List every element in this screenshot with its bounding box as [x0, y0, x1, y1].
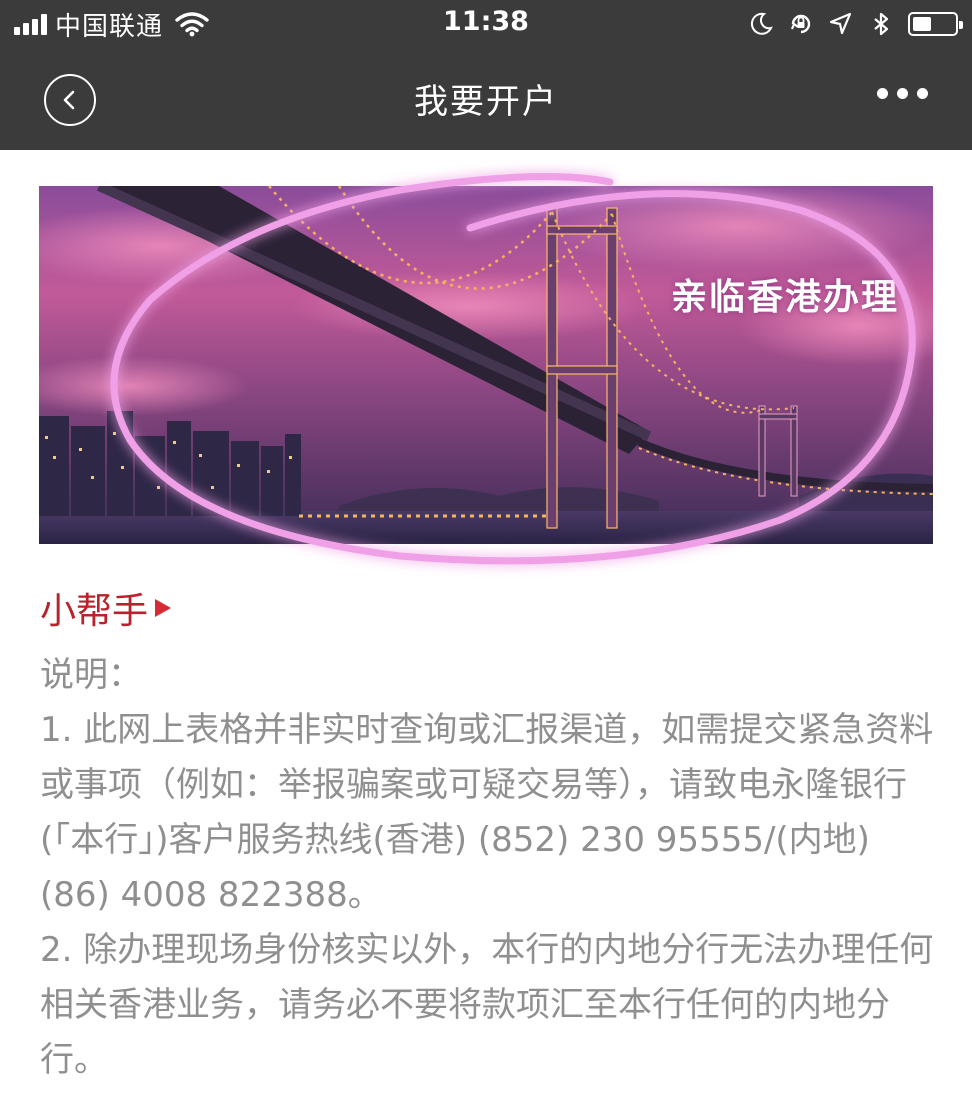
bridge-illustration — [39, 186, 933, 544]
banner-image: 亲临香港办理 — [39, 186, 933, 544]
notes-section: 说明： 1. 此网上表格并非实时查询或汇报渠道，如需提交紧急资料或事项（例如：举… — [40, 648, 940, 1088]
moon-icon — [750, 12, 773, 35]
battery-icon — [908, 12, 963, 36]
status-bar: 中国联通 11:38 — [0, 0, 972, 48]
note-item-2: 2. 除办理现场身份核实以外，本行的内地分行无法办理任何相关香港业务，请务必不要… — [40, 930, 934, 1080]
helper-link[interactable]: 小帮手 — [40, 582, 174, 634]
helper-label: 小帮手 — [40, 591, 149, 632]
notes-heading: 说明： — [40, 655, 142, 695]
battery-fill — [913, 17, 931, 31]
nav-bar: 我要开户 — [0, 48, 972, 150]
bluetooth-icon — [874, 12, 889, 36]
page-title: 我要开户 — [414, 82, 558, 122]
banner-caption: 亲临香港办理 — [670, 277, 899, 318]
orientation-lock-icon — [790, 14, 811, 34]
play-arrow-icon — [155, 599, 172, 617]
status-bar-right — [748, 8, 963, 40]
more-button[interactable] — [877, 88, 928, 99]
location-icon — [829, 12, 852, 35]
more-dots-icon — [877, 88, 888, 99]
note-item-1: 1. 此网上表格并非实时查询或汇报渠道，如需提交紧急资料或事项（例如：举报骗案或… — [40, 710, 934, 915]
